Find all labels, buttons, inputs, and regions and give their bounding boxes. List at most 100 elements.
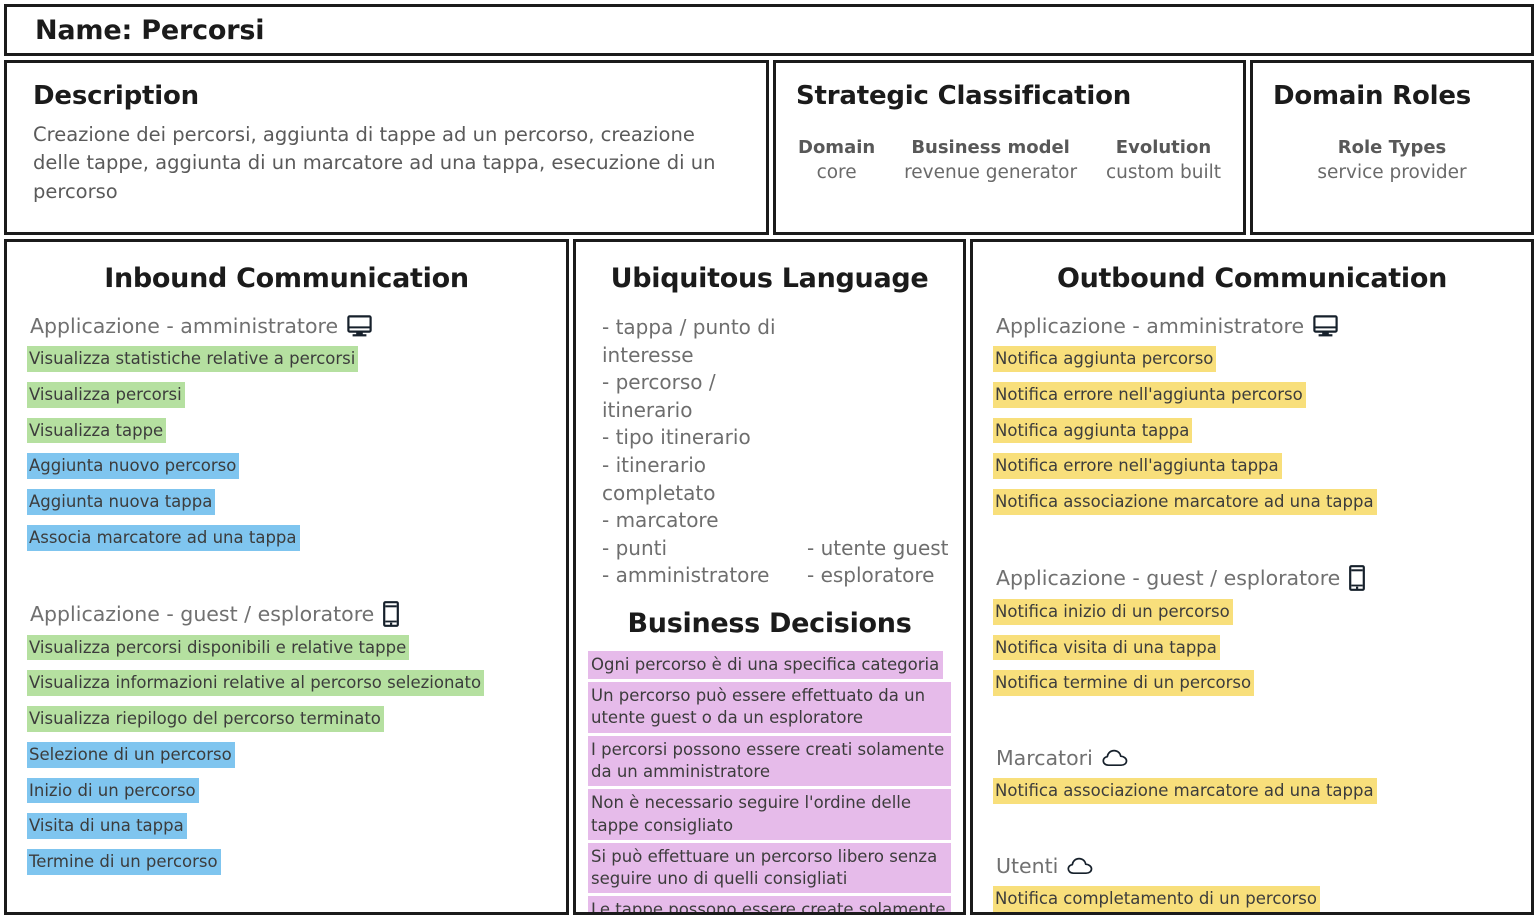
business-decisions-heading: Business Decisions [627,607,912,639]
communication-group: Applicazione - amministratore Visualizza … [27,314,546,551]
ubiquitous-language-term: - esploratore [807,563,935,588]
communication-group-header: Marcatori [996,746,1511,770]
message-item[interactable]: Visualizza percorsi [27,381,185,408]
description-heading: Description [33,81,199,111]
business-decision-item[interactable]: Un percorso può essere effettuato da un … [588,682,951,733]
inbound-groups: Applicazione - amministratore Visualizza … [27,314,546,875]
strategic-value-business-model: revenue generator [904,162,1078,183]
ubiquitous-language-term: - marcatore [602,508,719,533]
business-decision-item[interactable]: Non è necessario seguire l'ordine delle … [588,789,951,840]
message-item[interactable]: Aggiunta nuova tappa [27,489,216,515]
outbound-heading: Outbound Communication [1056,263,1447,294]
strategic-classification-grid: Domain core Business model revenue gener… [796,137,1223,183]
ubiquitous-language-term: - utente guest [807,535,949,560]
ubiquitous-language-row: - punti - utente guest [602,535,951,563]
canvas-name-title: Name: Percorsi [35,14,265,46]
message-item[interactable]: Notifica termine di un percorso [993,670,1255,697]
inbound-communication-panel: Inbound Communication Applicazione - amm… [4,239,569,915]
message-item[interactable]: Notifica visita di una tappa [993,634,1220,661]
strategic-classification-panel: Strategic Classification Domain core Bus… [773,60,1246,235]
business-decision-item[interactable]: Si può effettuare un percorso libero sen… [588,842,951,894]
message-item[interactable]: Inizio di un percorso [27,777,199,804]
communication-group-label: Applicazione - amministratore [30,314,339,338]
strategic-label-business-model: Business model [911,137,1070,158]
message-item[interactable]: Visualizza riepilogo del percorso termin… [27,706,384,732]
message-item[interactable]: Notifica aggiunta tappa [993,417,1193,444]
message-item[interactable]: Visualizza tappe [27,417,167,444]
ubiquitous-language-term: - tipo itinerario [602,425,751,450]
desktop-monitor-icon [1313,315,1338,337]
communication-group: Marcatori Notifica associazione marcatore… [993,746,1511,804]
message-item[interactable]: Notifica errore nell'aggiunta tappa [993,453,1282,480]
ubiquitous-language-heading: Ubiquitous Language [610,263,929,294]
domain-roles-panel: Domain Roles Role Types service provider [1250,60,1534,235]
business-decision-item[interactable]: Ogni percorso è di una specifica categor… [588,650,944,680]
strategic-label-domain: Domain [798,137,876,158]
strategic-label-evolution: Evolution [1115,137,1212,158]
ubiquitous-language-row: - tappa / punto di interesse [602,314,951,369]
message-item[interactable]: Notifica errore nell'aggiunta percorso [993,381,1306,408]
ubiquitous-language-row: - percorso / itinerario [602,369,951,424]
ubiquitous-language-term [807,424,951,452]
communication-group: Applicazione - guest / esploratore Visual… [27,600,546,875]
communication-group: Utenti Notifica completamento di un perco… [993,854,1511,912]
message-item[interactable]: Visualizza statistiche relative a percor… [27,346,359,372]
message-item[interactable]: Notifica associazione marcatore ad una t… [993,489,1377,515]
message-item[interactable]: Visualizza percorsi disponibili e relati… [27,634,410,661]
communication-group-header: Utenti [996,854,1511,878]
ubiquitous-language-panel: Ubiquitous Language - tappa / punto di i… [573,239,966,915]
message-item[interactable]: Visita di una tappa [27,813,187,840]
communication-group-label: Applicazione - guest / esploratore [996,565,1341,590]
ubiquitous-language-row: - tipo itinerario [602,424,951,452]
cloud-icon [1102,749,1128,767]
strategic-value-evolution: custom built [1105,162,1221,183]
description-text: Creazione dei percorsi, aggiunta di tapp… [33,123,716,203]
domain-roles-label: Role Types [1337,137,1447,158]
ubiquitous-language-term: - tappa / punto di interesse [602,315,776,367]
business-decision-item[interactable]: I percorsi possono essere creati solamen… [588,735,951,787]
communication-group: Applicazione - amministratore Notifica ag… [993,314,1511,515]
domain-roles-content: Role Types service provider [1273,137,1511,183]
message-item[interactable]: Aggiunta nuovo percorso [27,453,240,480]
domain-roles-heading: Domain Roles [1273,81,1472,111]
communication-group-header: Applicazione - guest / esploratore [996,564,1511,591]
ubiquitous-language-term: - amministratore [602,563,770,588]
message-item[interactable]: Termine di un percorso [27,849,221,875]
mobile-phone-icon [1349,564,1366,591]
communication-group-label: Applicazione - guest / esploratore [30,601,375,626]
strategic-column-evolution: Evolution custom built [1106,137,1221,183]
message-item[interactable]: Visualizza informazioni relative al perc… [27,670,485,697]
strategic-value-domain: core [816,162,857,183]
ubiquitous-language-row: - itinerario completato [602,452,951,507]
communication-group-header: Applicazione - guest / esploratore [30,600,546,627]
strategic-column-business-model: Business model revenue generator [904,137,1077,183]
message-item[interactable]: Notifica inizio di un percorso [993,598,1233,625]
communication-group-label: Applicazione - amministratore [996,314,1305,338]
cloud-icon [1067,857,1093,875]
ubiquitous-language-term [807,452,951,507]
ubiquitous-language-term: - itinerario completato [602,452,716,505]
business-decisions-list: Ogni percorso è di una specifica categor… [588,650,951,912]
message-item[interactable]: Notifica aggiunta percorso [993,346,1217,372]
ubiquitous-language-term [807,507,951,535]
inbound-heading: Inbound Communication [104,263,469,294]
mobile-phone-icon [383,600,400,627]
message-item[interactable]: Notifica associazione marcatore ad una t… [993,778,1377,804]
ubiquitous-language-row: - amministratore - esploratore [602,562,951,590]
desktop-monitor-icon [347,315,372,337]
ubiquitous-language-term: - punti [602,535,668,560]
communication-group-header: Applicazione - amministratore [996,314,1511,338]
outbound-communication-panel: Outbound Communication Applicazione - am… [970,239,1534,915]
communication-group-header: Applicazione - amministratore [30,314,546,338]
message-item[interactable]: Selezione di un percorso [27,741,235,768]
domain-roles-value: service provider [1317,162,1467,183]
message-item[interactable]: Notifica completamento di un percorso [993,885,1320,912]
business-decision-item[interactable]: Le tappe possono essere create solamente… [588,896,951,912]
communication-group: Applicazione - guest / esploratore Notifi… [993,564,1511,697]
message-item[interactable]: Associa marcatore ad una tappa [27,524,300,551]
ubiquitous-language-row: - marcatore [602,507,951,535]
ubiquitous-language-list: - tappa / punto di interesse - percorso /… [588,314,951,590]
